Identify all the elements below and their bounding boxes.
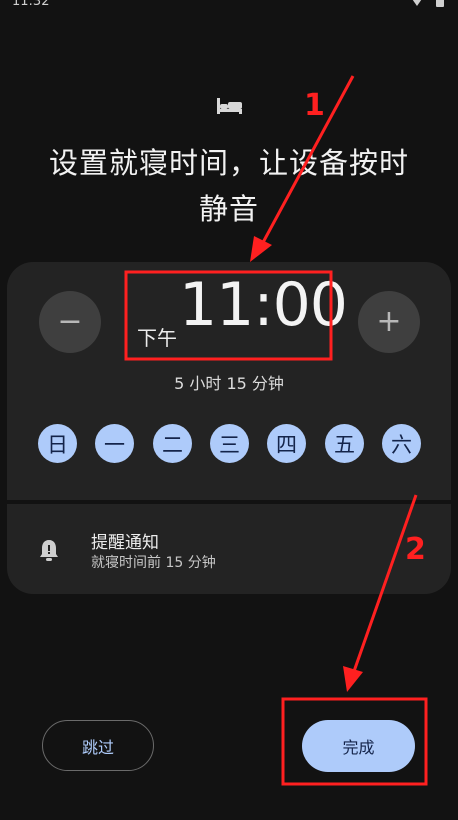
page-title-line1: 设置就寝时间，让设备按时 (48, 146, 409, 180)
day-toggle-saturday[interactable]: 六 (382, 424, 421, 463)
plus-icon: + (376, 304, 402, 339)
bedtime-card: − 下午 11:00 + 5 小时 15 分钟 日 一 二 三 四 五 六 提醒… (7, 262, 451, 594)
minus-icon: − (57, 304, 83, 339)
annotation-number-1: 1 (304, 88, 325, 123)
day-toggle-friday[interactable]: 五 (325, 424, 364, 463)
skip-button[interactable]: 跳过 (42, 720, 154, 771)
battery-icon (436, 0, 444, 7)
day-toggle-tuesday[interactable]: 二 (153, 424, 192, 463)
day-toggle-thursday[interactable]: 四 (267, 424, 306, 463)
reminder-subtitle: 就寝时间前 15 分钟 (91, 555, 216, 571)
page-title-line2: 静音 (198, 192, 259, 226)
day-toggle-sunday[interactable]: 日 (38, 424, 77, 463)
annotation-arrowhead-2 (343, 666, 363, 692)
card-divider (7, 500, 451, 504)
signal-icon (410, 0, 424, 6)
page-title: 设置就寝时间，让设备按时 静音 (20, 140, 438, 232)
status-bar: 11:32 (0, 0, 458, 14)
annotation-arrowhead-1 (250, 236, 272, 262)
time-display[interactable]: 下午 11:00 (127, 270, 348, 357)
day-toggle-monday[interactable]: 一 (95, 424, 134, 463)
reminder-title: 提醒通知 (91, 533, 159, 553)
status-time: 11:32 (12, 0, 50, 9)
done-button[interactable]: 完成 (302, 720, 415, 772)
annotation-number-2: 2 (405, 532, 426, 567)
decrease-time-button[interactable]: − (39, 291, 101, 353)
bed-icon (217, 98, 242, 114)
day-toggle-wednesday[interactable]: 三 (210, 424, 249, 463)
ampm-label: 下午 (137, 326, 177, 350)
bedtime-time: 11:00 (179, 270, 348, 340)
alarm-bell-icon (40, 540, 58, 561)
increase-time-button[interactable]: + (358, 291, 420, 353)
sleep-duration: 5 小时 15 分钟 (174, 374, 284, 393)
